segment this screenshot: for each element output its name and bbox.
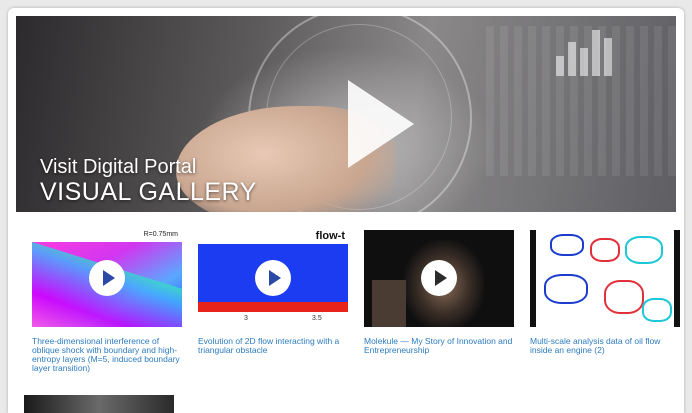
axis-tick: 3.5 bbox=[312, 315, 322, 322]
play-icon[interactable] bbox=[255, 260, 291, 296]
oil-flow-contour bbox=[544, 274, 588, 304]
video-caption-link[interactable]: Multi-scale analysis data of oil flow in… bbox=[530, 337, 680, 355]
video-thumbnail-partial[interactable] bbox=[24, 395, 174, 413]
video-caption-link[interactable]: Evolution of 2D flow interacting with a … bbox=[198, 337, 348, 355]
video-thumbnail[interactable] bbox=[364, 230, 514, 327]
hero-banner[interactable]: Visit Digital Portal VISUAL GALLERY bbox=[16, 16, 676, 212]
video-card-2d-flow[interactable]: flow-t 3 3.5 Evolution of 2D flow intera… bbox=[198, 230, 348, 355]
video-card-shock-interference[interactable]: R=0.75mm Three-dimensional interference … bbox=[32, 230, 182, 373]
video-thumbnail[interactable]: R=0.75mm bbox=[32, 230, 182, 327]
video-thumbnail[interactable]: flow-t 3 3.5 bbox=[198, 230, 348, 327]
video-card-oil-flow[interactable]: Multi-scale analysis data of oil flow in… bbox=[530, 230, 680, 355]
video-caption-link[interactable]: Three-dimensional interference of obliqu… bbox=[32, 337, 182, 373]
oil-flow-contour bbox=[642, 298, 672, 322]
play-icon[interactable] bbox=[89, 260, 125, 296]
axis-tick: 3 bbox=[244, 315, 248, 322]
podium-image bbox=[372, 280, 406, 327]
play-icon[interactable] bbox=[421, 260, 457, 296]
hero-text: Visit Digital Portal VISUAL GALLERY bbox=[40, 156, 257, 206]
video-card-molekule[interactable]: Molekule — My Story of Innovation and En… bbox=[364, 230, 514, 355]
video-thumbnail[interactable] bbox=[530, 230, 680, 327]
oil-flow-contour bbox=[590, 238, 620, 262]
video-caption-link[interactable]: Molekule — My Story of Innovation and En… bbox=[364, 337, 514, 355]
play-icon[interactable] bbox=[348, 80, 414, 168]
oil-flow-contour bbox=[604, 280, 644, 314]
oil-flow-contour bbox=[625, 236, 663, 264]
hero-subtitle: Visit Digital Portal bbox=[40, 156, 197, 178]
gallery-panel: Visit Digital Portal VISUAL GALLERY R=0.… bbox=[8, 8, 684, 413]
hero-title: VISUAL GALLERY bbox=[40, 178, 257, 206]
thumbnail-label: R=0.75mm bbox=[143, 231, 178, 238]
oil-flow-contour bbox=[550, 234, 584, 256]
thumbnail-label: flow-t bbox=[315, 230, 345, 242]
